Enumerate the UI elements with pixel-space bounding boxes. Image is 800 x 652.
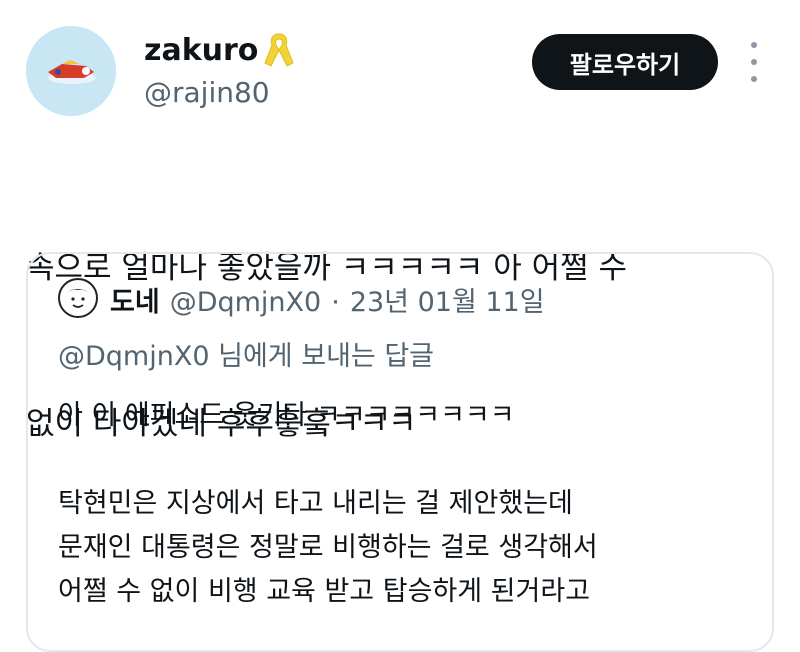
quoted-date[interactable]: 23년 01월 11일 [350, 280, 545, 319]
follow-button[interactable]: 팔로우하기 [532, 34, 718, 90]
quoted-author-name[interactable]: 도네 [110, 280, 160, 319]
quoted-header: 도네 @DqmjnX0 · 23년 01월 11일 [110, 280, 545, 319]
meta-separator: · [331, 287, 340, 318]
quoted-paragraph: 아 이 에피소드 웃기다 ㅋㅋㅋㅋㅋㅋㅋㅋ [58, 400, 515, 431]
more-dot [751, 76, 757, 82]
reply-to-handle[interactable]: @DqmjnX0 [58, 341, 210, 372]
more-options-icon[interactable] [744, 42, 764, 82]
more-dot [751, 42, 757, 48]
author-name[interactable]: zakuro [144, 30, 296, 70]
reply-to-suffix: 님에게 보내는 답글 [218, 341, 435, 372]
quoted-author-avatar[interactable] [58, 278, 98, 318]
replying-to: @DqmjnX0 님에게 보내는 답글 [58, 334, 434, 373]
quoted-paragraph: 탁현민은 지상에서 타고 내리는 걸 제안했는데 문재인 대통령은 정말로 비행… [58, 488, 598, 607]
author-name-text: zakuro [144, 32, 259, 68]
author-avatar[interactable] [26, 26, 116, 116]
avatar-image [26, 26, 116, 116]
more-dot [751, 59, 757, 65]
yellow-ribbon-icon [264, 33, 295, 67]
author-handle[interactable]: @rajin80 [144, 76, 270, 109]
cartoon-face-icon [65, 289, 91, 308]
quoted-tweet[interactable]: 도네 @DqmjnX0 · 23년 01월 11일 @DqmjnX0 님에게 보… [26, 252, 774, 652]
quoted-author-handle[interactable]: @DqmjnX0 [170, 287, 322, 318]
quoted-text: 아 이 에피소드 웃기다 ㅋㅋㅋㅋㅋㅋㅋㅋ 탁현민은 지상에서 타고 내리는 걸… [58, 394, 758, 614]
